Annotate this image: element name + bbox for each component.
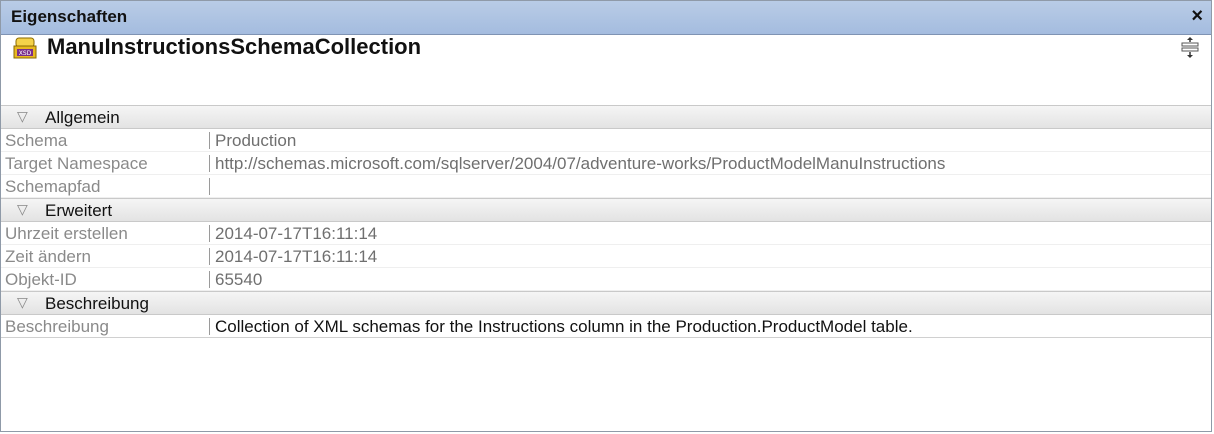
column-divider[interactable]: [209, 225, 210, 242]
property-row-schema[interactable]: Schema Production: [1, 129, 1211, 152]
property-row-schemapfad[interactable]: Schemapfad: [1, 175, 1211, 198]
property-value[interactable]: http://schemas.microsoft.com/sqlserver/2…: [215, 154, 945, 174]
property-value[interactable]: 65540: [215, 270, 262, 290]
collapse-triangle-icon[interactable]: ▽: [17, 201, 28, 218]
property-key: Target Namespace: [5, 154, 148, 173]
property-key: Beschreibung: [5, 317, 109, 336]
column-divider[interactable]: [209, 132, 210, 149]
property-value[interactable]: 2014-07-17T16:11:14: [215, 247, 377, 267]
section-label: Erweitert: [45, 201, 113, 220]
column-divider[interactable]: [209, 318, 210, 335]
column-divider[interactable]: [209, 155, 210, 172]
collapse-triangle-icon[interactable]: ▽: [17, 108, 28, 125]
section-beschreibung[interactable]: ▽ Beschreibung: [1, 291, 1211, 315]
property-row-zeit-aendern[interactable]: Zeit ändern 2014-07-17T16:11:14: [1, 245, 1211, 268]
column-divider[interactable]: [209, 271, 210, 288]
property-row-beschreibung[interactable]: Beschreibung Collection of XML schemas f…: [1, 315, 1211, 338]
xsd-schema-collection-icon: XSD: [13, 37, 37, 59]
property-row-uhrzeit-erstellen[interactable]: Uhrzeit erstellen 2014-07-17T16:11:14: [1, 222, 1211, 245]
property-key: Schema: [5, 131, 68, 150]
object-name: ManuInstructionsSchemaCollection: [47, 34, 422, 59]
column-divider[interactable]: [209, 178, 210, 195]
properties-layout-icon[interactable]: [1179, 37, 1201, 59]
property-key: Zeit ändern: [5, 247, 91, 266]
close-icon[interactable]: ×: [1191, 5, 1203, 27]
section-label: Beschreibung: [45, 294, 149, 313]
property-key: Objekt-ID: [5, 270, 77, 289]
svg-text:XSD: XSD: [19, 50, 32, 57]
property-value[interactable]: Production: [215, 131, 296, 151]
property-row-objekt-id[interactable]: Objekt-ID 65540: [1, 268, 1211, 291]
panel-titlebar[interactable]: Eigenschaften ×: [1, 1, 1211, 35]
column-divider[interactable]: [209, 248, 210, 265]
properties-panel: Eigenschaften × XSD ManuInstructionsSche…: [0, 0, 1212, 432]
section-label: Allgemein: [45, 108, 120, 127]
property-value[interactable]: Collection of XML schemas for the Instru…: [215, 317, 913, 337]
property-key: Uhrzeit erstellen: [5, 224, 128, 243]
property-key: Schemapfad: [5, 177, 101, 196]
property-grid: ▽ Allgemein Schema Production Target Nam…: [1, 105, 1211, 338]
property-value[interactable]: 2014-07-17T16:11:14: [215, 224, 377, 244]
property-row-target-namespace[interactable]: Target Namespace http://schemas.microsof…: [1, 152, 1211, 175]
collapse-triangle-icon[interactable]: ▽: [17, 294, 28, 311]
section-erweitert[interactable]: ▽ Erweitert: [1, 198, 1211, 222]
section-allgemein[interactable]: ▽ Allgemein: [1, 105, 1211, 129]
panel-title: Eigenschaften: [11, 7, 128, 26]
